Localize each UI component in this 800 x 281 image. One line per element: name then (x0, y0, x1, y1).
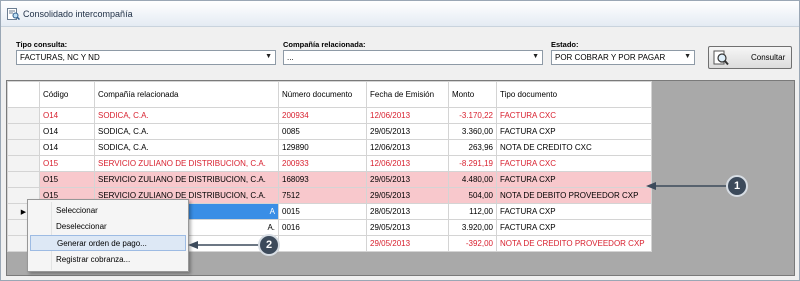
callout-arrows (188, 182, 726, 249)
callout-2-arrowhead (188, 241, 198, 249)
callout-1-arrowhead (646, 182, 656, 190)
callout-marker-1: 1 (726, 175, 748, 197)
callout-marker-2: 2 (258, 234, 280, 256)
